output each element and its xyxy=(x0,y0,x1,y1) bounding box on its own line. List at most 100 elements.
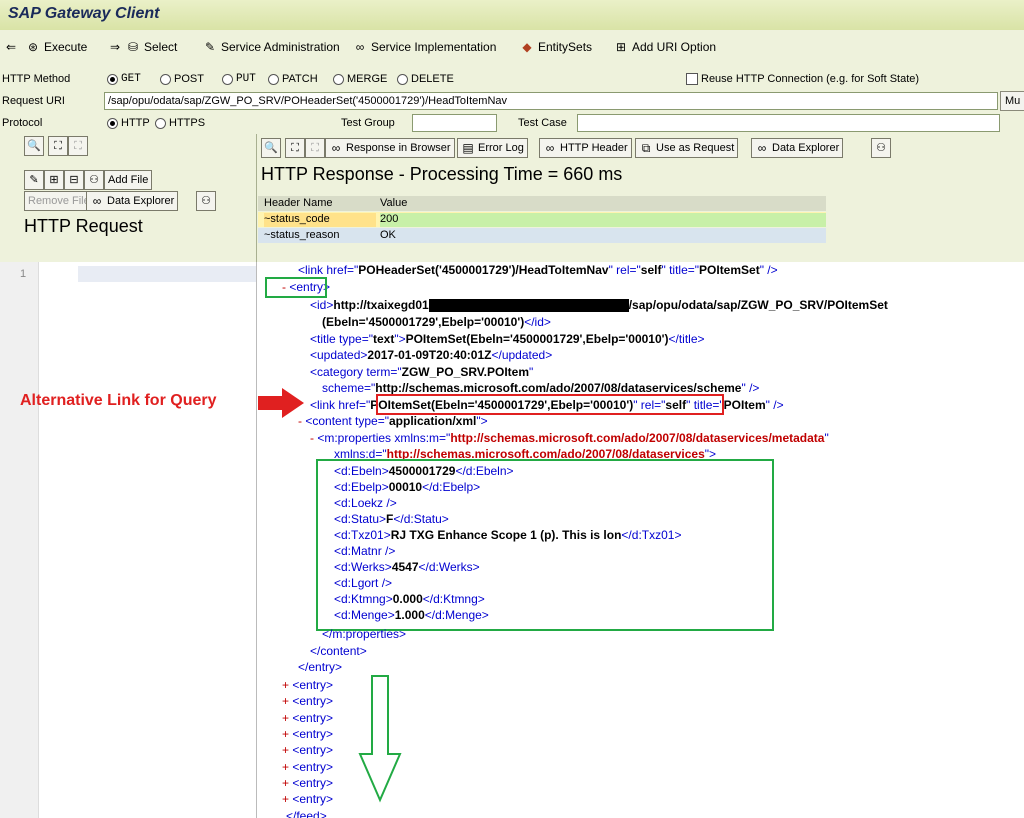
xml-line[interactable]: - <m:properties xmlns:m="http://schemas.… xyxy=(310,431,829,445)
back-button[interactable]: ⇐ xyxy=(4,38,18,56)
response-data-explorer-button[interactable]: ∞ Data Explorer xyxy=(751,138,844,158)
header-value-cell: 200 xyxy=(380,213,826,227)
property-statu: <d:Statu>F</d:Statu> xyxy=(334,512,449,526)
glasses-icon: ∞ xyxy=(757,141,767,155)
protocol-http-radio[interactable]: HTTP xyxy=(107,117,150,129)
method-patch-radio[interactable]: PATCH xyxy=(268,73,318,85)
reuse-connection-checkbox[interactable]: Reuse HTTP Connection (e.g. for Soft Sta… xyxy=(686,73,919,85)
test-case-input[interactable] xyxy=(577,114,1000,132)
current-line-highlight xyxy=(78,266,256,282)
method-post-radio[interactable]: POST xyxy=(160,73,204,85)
zoom-icon[interactable]: 🔍 xyxy=(24,136,44,156)
title-bar: SAP Gateway Client xyxy=(0,0,1024,31)
request-data-explorer-button[interactable]: ∞ Data Explorer xyxy=(86,191,179,211)
request-uri-label: Request URI xyxy=(2,95,65,107)
property-werks: <d:Werks>4547</d:Werks> xyxy=(334,560,480,574)
header-value-cell: OK xyxy=(380,229,396,241)
delete-icon[interactable]: ⊟ xyxy=(64,170,84,190)
xml-line[interactable]: - <content type="application/xml"> xyxy=(298,414,488,428)
collapsed-entry[interactable]: + <entry> xyxy=(282,711,333,725)
property-loekz: <d:Loekz /> xyxy=(334,496,397,510)
method-merge-radio[interactable]: MERGE xyxy=(333,73,387,85)
line-number: 1 xyxy=(20,268,27,280)
header-name-cell: ~status_reason xyxy=(264,229,340,241)
xml-line: </m:properties> xyxy=(322,627,407,641)
app-title: SAP Gateway Client xyxy=(8,5,160,22)
response-in-browser-button[interactable]: ∞ Response in Browser xyxy=(325,138,455,158)
collapsed-entry[interactable]: + <entry> xyxy=(282,760,333,774)
collapsed-entry[interactable]: + <entry> xyxy=(282,694,333,708)
error-log-button[interactable]: ▤ Error Log xyxy=(457,138,528,158)
method-put-radio[interactable]: PUT xyxy=(222,73,256,85)
structure-icon[interactable]: ⚇ xyxy=(196,191,216,211)
property-ebeln: <d:Ebeln>4500001729</d:Ebeln> xyxy=(334,464,514,478)
service-impl-button[interactable]: ∞ Service Implementation xyxy=(353,38,497,56)
protocol-https-radio[interactable]: HTTPS xyxy=(155,117,205,129)
remove-file-button[interactable]: Remove File xyxy=(24,191,94,211)
glasses-icon: ∞ xyxy=(92,194,102,208)
response-title: HTTP Response - Processing Time = 660 ms xyxy=(261,164,623,184)
property-matnr: <d:Matnr /> xyxy=(334,544,396,558)
test-group-input[interactable] xyxy=(412,114,497,132)
down-arrow-icon xyxy=(358,675,402,803)
collapsed-entry[interactable]: + <entry> xyxy=(282,678,333,692)
xml-line: <link href="POHeaderSet('4500001729')/He… xyxy=(298,263,778,277)
response-find-icon[interactable]: ⛶ xyxy=(285,138,305,158)
database-icon: ⛁ xyxy=(127,40,139,54)
http-method-label: HTTP Method xyxy=(2,73,71,85)
toolbar: ⇐ ⊛ Execute ⇒ ⛁ Select ✎ Service Administrat… xyxy=(0,30,1024,65)
xml-line: </content> xyxy=(310,644,367,658)
glasses-icon: ∞ xyxy=(545,141,555,155)
method-get-radio[interactable]: GET xyxy=(107,73,141,85)
property-ebelp: <d:Ebelp>00010</d:Ebelp> xyxy=(334,480,481,494)
edit-icon[interactable]: ✎ xyxy=(24,170,44,190)
collapsed-entry[interactable]: + <entry> xyxy=(282,743,333,757)
table-row[interactable]: ~status_code 200 xyxy=(258,212,826,227)
response-zoom-icon[interactable]: 🔍 xyxy=(261,138,281,158)
header-name-cell: ~status_code xyxy=(264,213,376,227)
xml-line: (Ebeln='4500001729',Ebelp='00010')</id> xyxy=(322,315,551,329)
format-icon[interactable]: ⚇ xyxy=(84,170,104,190)
alt-link-highlight-box xyxy=(376,394,724,415)
use-as-request-button[interactable]: ⧉ Use as Request xyxy=(635,138,739,158)
xml-line: scheme="http://schemas.microsoft.com/ado… xyxy=(322,381,760,395)
mu-button[interactable]: Mu xyxy=(1000,91,1024,111)
xml-line: </entry> xyxy=(298,660,343,674)
header-col-value: Value xyxy=(380,197,408,209)
add-uri-option-button[interactable]: ⊞ Add URI Option xyxy=(614,38,716,56)
test-group-label: Test Group xyxy=(341,117,395,129)
execute-icon: ⊛ xyxy=(27,40,39,54)
xml-line: <id>http://txaixegd01/sap/opu/odata/sap/… xyxy=(310,298,888,313)
redacted-block xyxy=(428,299,629,313)
response-structure-icon[interactable]: ⚇ xyxy=(871,138,891,158)
find-icon[interactable]: ⛶ xyxy=(48,136,68,156)
xml-response-view[interactable]: <link href="POHeaderSet('4500001729')/He… xyxy=(258,262,1024,818)
execute-button[interactable]: ⊛ Execute xyxy=(26,38,87,56)
table-row[interactable]: ~status_reason OK xyxy=(258,228,826,243)
admin-icon: ✎ xyxy=(204,40,216,54)
http-header-button[interactable]: ∞ HTTP Header xyxy=(539,138,632,158)
collapsed-entry[interactable]: + <entry> xyxy=(282,727,333,741)
collapsed-entry[interactable]: + <entry> xyxy=(282,792,333,806)
arrow-right-icon: ⇒ xyxy=(109,40,121,54)
request-uri-input[interactable]: /sap/opu/odata/sap/ZGW_PO_SRV/POHeaderSe… xyxy=(104,92,998,110)
add-file-button[interactable]: Add File xyxy=(104,170,153,190)
xml-line: <category term="ZGW_PO_SRV.POItem" xyxy=(310,365,534,379)
entity-sets-button[interactable]: ◆ EntitySets xyxy=(520,38,592,56)
response-find-next-icon[interactable]: ⛶ xyxy=(305,138,325,158)
line-gutter: 1 xyxy=(0,262,39,818)
glasses-icon: ∞ xyxy=(355,40,365,54)
select-button[interactable]: ⇒ ⛁ Select xyxy=(108,38,177,56)
entry-highlight-box xyxy=(265,277,327,298)
xml-line: <updated>2017-01-09T20:40:01Z</updated> xyxy=(310,348,553,362)
service-admin-button[interactable]: ✎ Service Administration xyxy=(203,38,340,56)
property-txz01: <d:Txz01>RJ TXG Enhance Scope 1 (p). Thi… xyxy=(334,528,682,542)
insert-icon[interactable]: ⊞ xyxy=(44,170,64,190)
property-lgort: <d:Lgort /> xyxy=(334,576,393,590)
uri-icon: ⊞ xyxy=(615,40,627,54)
collapsed-entry[interactable]: + <entry> xyxy=(282,776,333,790)
method-delete-radio[interactable]: DELETE xyxy=(397,73,454,85)
find-next-icon[interactable]: ⛶ xyxy=(68,136,88,156)
annotation-label: Alternative Link for Query xyxy=(20,392,217,409)
property-menge: <d:Menge>1.000</d:Menge> xyxy=(334,608,489,622)
